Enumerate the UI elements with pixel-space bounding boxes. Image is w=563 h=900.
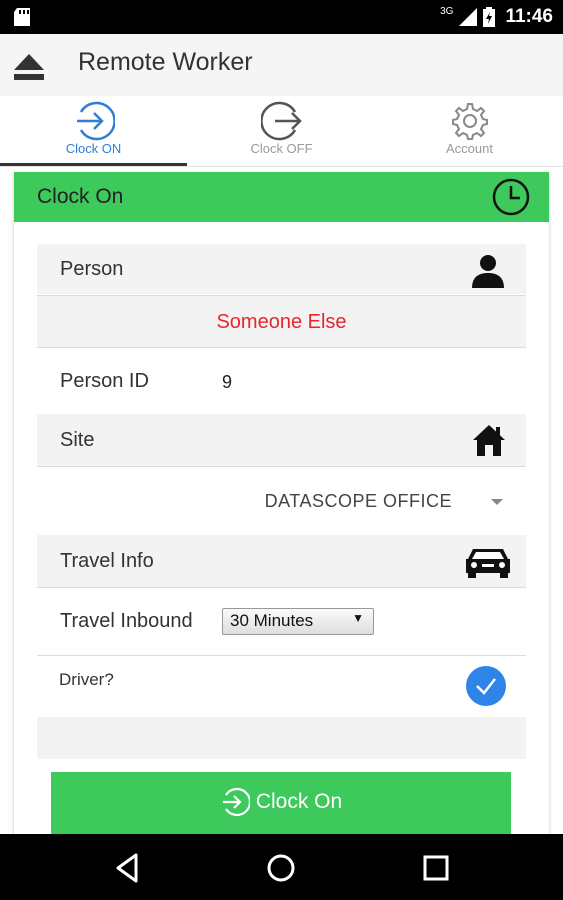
travel-inbound-selected: 30 Minutes [230, 611, 314, 630]
tab-account[interactable]: Account [376, 96, 563, 164]
tab-account-label: Account [446, 141, 493, 156]
eject-icon[interactable] [14, 54, 44, 80]
tab-clock-on-label: Clock ON [65, 141, 122, 156]
recents-icon[interactable] [416, 848, 456, 888]
app-title: Remote Worker [78, 48, 253, 76]
site-section-header: Site [37, 414, 526, 466]
person-selector[interactable]: Someone Else [37, 296, 526, 347]
tab-clock-off-label: Clock OFF [250, 141, 313, 156]
site-dropdown[interactable]: DATASCOPE OFFICE [37, 467, 526, 535]
person-id-label: Person ID [60, 370, 149, 392]
person-selected-value: Someone Else [216, 311, 347, 333]
checkmark-icon [476, 678, 496, 695]
tab-bar: Clock ON Clock OFF Account [0, 96, 563, 167]
driver-checkbox[interactable] [466, 666, 506, 706]
clock-off-icon [260, 101, 302, 141]
back-icon[interactable] [108, 848, 148, 888]
driver-label: Driver? [59, 670, 114, 689]
tab-clock-off[interactable]: Clock OFF [188, 96, 375, 164]
card-title: Clock On [37, 185, 124, 208]
clock-on-button[interactable]: Clock On [51, 772, 511, 834]
card-header: Clock On [14, 172, 549, 222]
status-bar: 3G 11:46 [0, 0, 563, 34]
clock-on-button-label: Clock On [255, 790, 343, 813]
site-label: Site [60, 429, 95, 451]
active-tab-indicator [0, 163, 187, 166]
system-nav-bar [0, 834, 563, 900]
person-section-header: Person [37, 244, 526, 294]
battery-icon [483, 7, 496, 27]
select-arrow-icon: ▼ [352, 611, 364, 625]
home-nav-icon[interactable] [261, 848, 301, 888]
clock-icon [492, 178, 530, 216]
travel-inbound-select[interactable]: 30 Minutes ▼ [222, 608, 374, 635]
spacer-row [37, 717, 526, 759]
driver-row: Driver? [37, 656, 526, 716]
sd-card-icon [14, 8, 30, 26]
clock-on-icon [76, 101, 115, 141]
person-id-value: 9 [222, 372, 233, 392]
travel-info-label: Travel Info [60, 550, 154, 572]
car-icon [466, 549, 510, 578]
person-id-row: Person ID 9 [37, 348, 526, 414]
clock-on-icon [222, 787, 250, 817]
site-selected-value: DATASCOPE OFFICE [264, 491, 452, 511]
travel-info-section-header: Travel Info [37, 535, 526, 587]
home-icon [473, 425, 505, 456]
gear-icon [451, 103, 488, 140]
app-bar: Remote Worker [0, 34, 563, 96]
dropdown-arrow-icon [491, 499, 503, 505]
person-label: Person [60, 258, 124, 280]
clock-on-card: Clock On Person Someone Else Person ID 9… [14, 172, 549, 834]
person-icon [472, 255, 504, 288]
network-type: 3G [440, 5, 454, 17]
clock-time: 11:46 [505, 6, 553, 27]
signal-icon [459, 8, 478, 26]
tab-clock-on[interactable]: Clock ON [0, 96, 187, 166]
travel-inbound-row: Travel Inbound 30 Minutes ▼ [37, 588, 526, 654]
travel-inbound-label: Travel Inbound [60, 610, 193, 632]
